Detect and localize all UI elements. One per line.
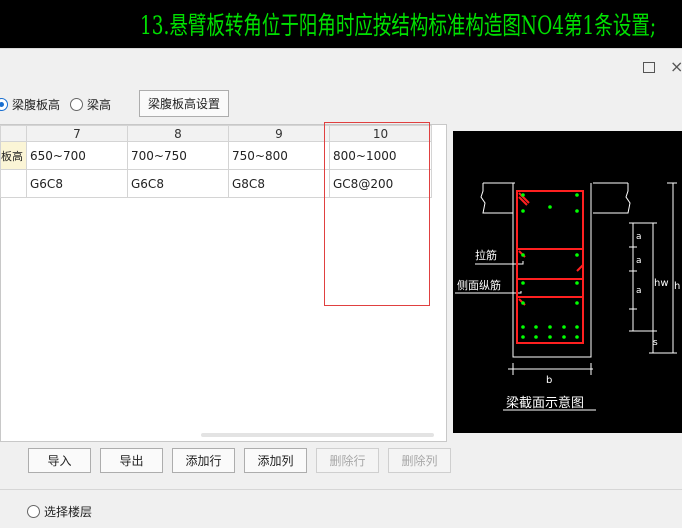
add-row-button[interactable]: 添加行 — [172, 448, 235, 473]
dim-hw-label: hw — [654, 278, 669, 289]
web-height-settings-button[interactable]: 梁腹板高设置 — [139, 90, 229, 117]
table-cell[interactable]: 650~700 — [26, 141, 128, 170]
beam-section-drawing: 拉筋 侧面纵筋 a a a hw h s b 梁截面示意图 — [455, 182, 680, 411]
table-cell[interactable]: GC8@200 — [329, 169, 432, 198]
radio-web-height-label: 梁腹板高 — [12, 97, 61, 112]
stirrup-table: 7 8 9 10 板高 650~700 700~750 750~800 800~… — [0, 124, 447, 442]
table-cell[interactable]: 750~800 — [228, 141, 330, 170]
side-bar-label: 侧面纵筋 — [457, 278, 501, 292]
maximize-icon[interactable] — [643, 62, 655, 73]
dim-a-label: a — [636, 232, 642, 242]
row-label-cell — [0, 169, 27, 198]
tie-label: 拉筋 — [475, 248, 497, 262]
delete-row-button[interactable]: 删除行 — [316, 448, 379, 473]
column-header[interactable]: 10 — [329, 125, 432, 142]
radio-selected-icon[interactable] — [0, 97, 8, 111]
radio-unselected-icon[interactable] — [27, 505, 40, 518]
column-header[interactable]: 8 — [127, 125, 229, 142]
dim-a-label: a — [636, 286, 642, 296]
close-icon[interactable]: × — [670, 57, 682, 76]
column-header[interactable]: 9 — [228, 125, 330, 142]
table-cell[interactable]: 800~1000 — [329, 141, 432, 170]
divider — [0, 489, 682, 490]
diagram-title: 梁截面示意图 — [506, 395, 584, 411]
radio-web-height[interactable]: 梁腹板高 — [0, 96, 60, 113]
export-button[interactable]: 导出 — [100, 448, 163, 473]
table-cell[interactable]: G8C8 — [228, 169, 330, 198]
corner-cell — [0, 125, 27, 142]
dim-h-label: h — [674, 281, 680, 292]
row-label-cell: 板高 — [0, 141, 27, 170]
table-cell[interactable]: G6C8 — [26, 169, 128, 198]
add-column-button[interactable]: 添加列 — [244, 448, 307, 473]
table-header-row: 7 8 9 10 — [0, 125, 432, 142]
banner-note-text: 13.悬臂板转角位于阳角时应按结构标准构造图NO4第1条设置; — [140, 11, 657, 40]
table-row: G6C8 G6C8 G8C8 GC8@200 — [0, 169, 432, 198]
table-cell[interactable]: 700~750 — [127, 141, 229, 170]
dim-s-label: s — [653, 338, 658, 348]
table-actions: 导入 导出 添加行 添加列 删除行 删除列 — [28, 448, 460, 473]
dim-a-label: a — [636, 256, 642, 266]
delete-column-button[interactable]: 删除列 — [388, 448, 451, 473]
radio-unselected-icon[interactable] — [70, 97, 84, 111]
dim-b-label: b — [546, 375, 552, 386]
height-mode-group: 梁腹板高 梁高 — [0, 93, 121, 115]
select-floor-radio[interactable]: 选择楼层 — [27, 503, 92, 520]
table-row: 板高 650~700 700~750 750~800 800~1000 — [0, 141, 432, 170]
beam-section-diagram: 拉筋 侧面纵筋 a a a hw h s b 梁截面示意图 — [453, 131, 682, 433]
radio-beam-height-label: 梁高 — [87, 97, 112, 112]
horizontal-scrollbar[interactable] — [201, 433, 434, 437]
table-cell[interactable]: G6C8 — [127, 169, 229, 198]
column-header[interactable]: 7 — [26, 125, 128, 142]
select-floor-label: 选择楼层 — [44, 505, 93, 519]
import-button[interactable]: 导入 — [28, 448, 91, 473]
radio-beam-height[interactable]: 梁高 — [70, 96, 111, 113]
cad-background-banner: 13.悬臂板转角位于阳角时应按结构标准构造图NO4第1条设置; — [0, 0, 682, 48]
